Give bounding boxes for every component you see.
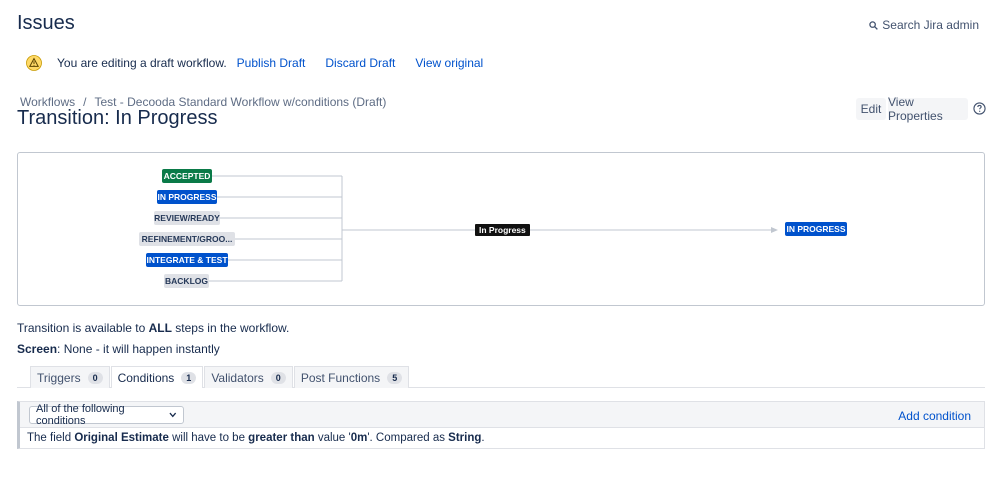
to-step-in-progress: IN PROGRESS xyxy=(785,222,847,236)
tab-conditions-count: 1 xyxy=(181,371,197,384)
tab-validators[interactable]: Validators 0 xyxy=(204,366,293,388)
condition-value: 0m xyxy=(350,432,368,444)
conditions-header: All of the following conditions Add cond… xyxy=(20,402,984,428)
availability-text: Transition is available to ALL steps in … xyxy=(17,321,289,335)
tab-triggers-count: 0 xyxy=(87,371,103,384)
screen-value: : None - it will happen instantly xyxy=(57,342,220,356)
condition-field: Original Estimate xyxy=(74,432,169,444)
transition-diagram: ACCEPTED IN PROGRESS REVIEW/READY REFINE… xyxy=(17,152,985,306)
search-label: Search Jira admin xyxy=(882,18,979,32)
from-step-in-progress: IN PROGRESS xyxy=(157,190,217,204)
discard-draft-link[interactable]: Discard Draft xyxy=(325,56,395,70)
from-step-accepted: ACCEPTED xyxy=(162,169,212,183)
from-step-backlog: BACKLOG xyxy=(164,274,209,288)
tab-triggers-label: Triggers xyxy=(37,370,81,385)
tab-conditions-label: Conditions xyxy=(117,370,175,385)
tab-validators-label: Validators xyxy=(211,370,264,385)
condition-text: . xyxy=(481,432,485,444)
screen-text: Screen: None - it will happen instantly xyxy=(17,342,220,356)
conditions-panel: All of the following conditions Add cond… xyxy=(17,401,985,449)
tab-post-functions[interactable]: Post Functions 5 xyxy=(293,366,410,388)
from-step-integrate-test: INTEGRATE & TEST xyxy=(146,253,228,267)
condition-text: The field xyxy=(27,432,75,444)
chevron-down-icon xyxy=(169,412,177,418)
condition-operator: greater than xyxy=(248,432,315,444)
condition-text: '. Compared as xyxy=(367,432,449,444)
transition-label: In Progress xyxy=(475,224,530,236)
availability-suffix: steps in the workflow. xyxy=(171,321,290,335)
availability-all: ALL xyxy=(148,321,172,335)
tab-post-functions-count: 5 xyxy=(387,371,403,384)
condition-text: will have to be xyxy=(168,432,249,444)
help-icon[interactable] xyxy=(973,102,986,115)
condition-group-select[interactable]: All of the following conditions xyxy=(29,403,184,427)
from-step-review-ready: REVIEW/READY xyxy=(154,211,220,225)
view-properties-button[interactable]: View Properties xyxy=(888,95,968,123)
page-title: Issues xyxy=(17,12,75,34)
tab-bar: Triggers 0 Conditions 1 Validators 0 Post F… xyxy=(30,366,410,388)
search-link[interactable]: Search Jira admin xyxy=(869,18,979,32)
condition-row: The field Original Estimate will have to… xyxy=(20,428,984,448)
tab-post-functions-label: Post Functions xyxy=(300,370,381,385)
tab-validators-count: 0 xyxy=(270,371,286,384)
tab-conditions[interactable]: Conditions 1 xyxy=(110,366,204,388)
publish-draft-link[interactable]: Publish Draft xyxy=(237,56,306,70)
view-original-link[interactable]: View original xyxy=(415,56,483,70)
tab-triggers[interactable]: Triggers 0 xyxy=(30,366,110,388)
transition-title: Transition: In Progress xyxy=(17,107,218,129)
search-icon xyxy=(869,20,879,30)
edit-button[interactable]: Edit xyxy=(856,98,886,120)
add-condition-link[interactable]: Add condition xyxy=(898,409,971,423)
draft-message: You are editing a draft workflow. xyxy=(57,56,227,70)
condition-compare-type: String xyxy=(448,432,482,444)
condition-text: value ' xyxy=(314,432,351,444)
warning-icon xyxy=(26,55,42,71)
screen-label: Screen xyxy=(17,342,58,356)
from-step-refinement: REFINEMENT/GROO... xyxy=(139,232,235,246)
draft-banner: You are editing a draft workflow. Publis… xyxy=(26,55,503,71)
availability-prefix: Transition is available to xyxy=(17,321,149,335)
condition-group-value: All of the following conditions xyxy=(36,403,125,427)
